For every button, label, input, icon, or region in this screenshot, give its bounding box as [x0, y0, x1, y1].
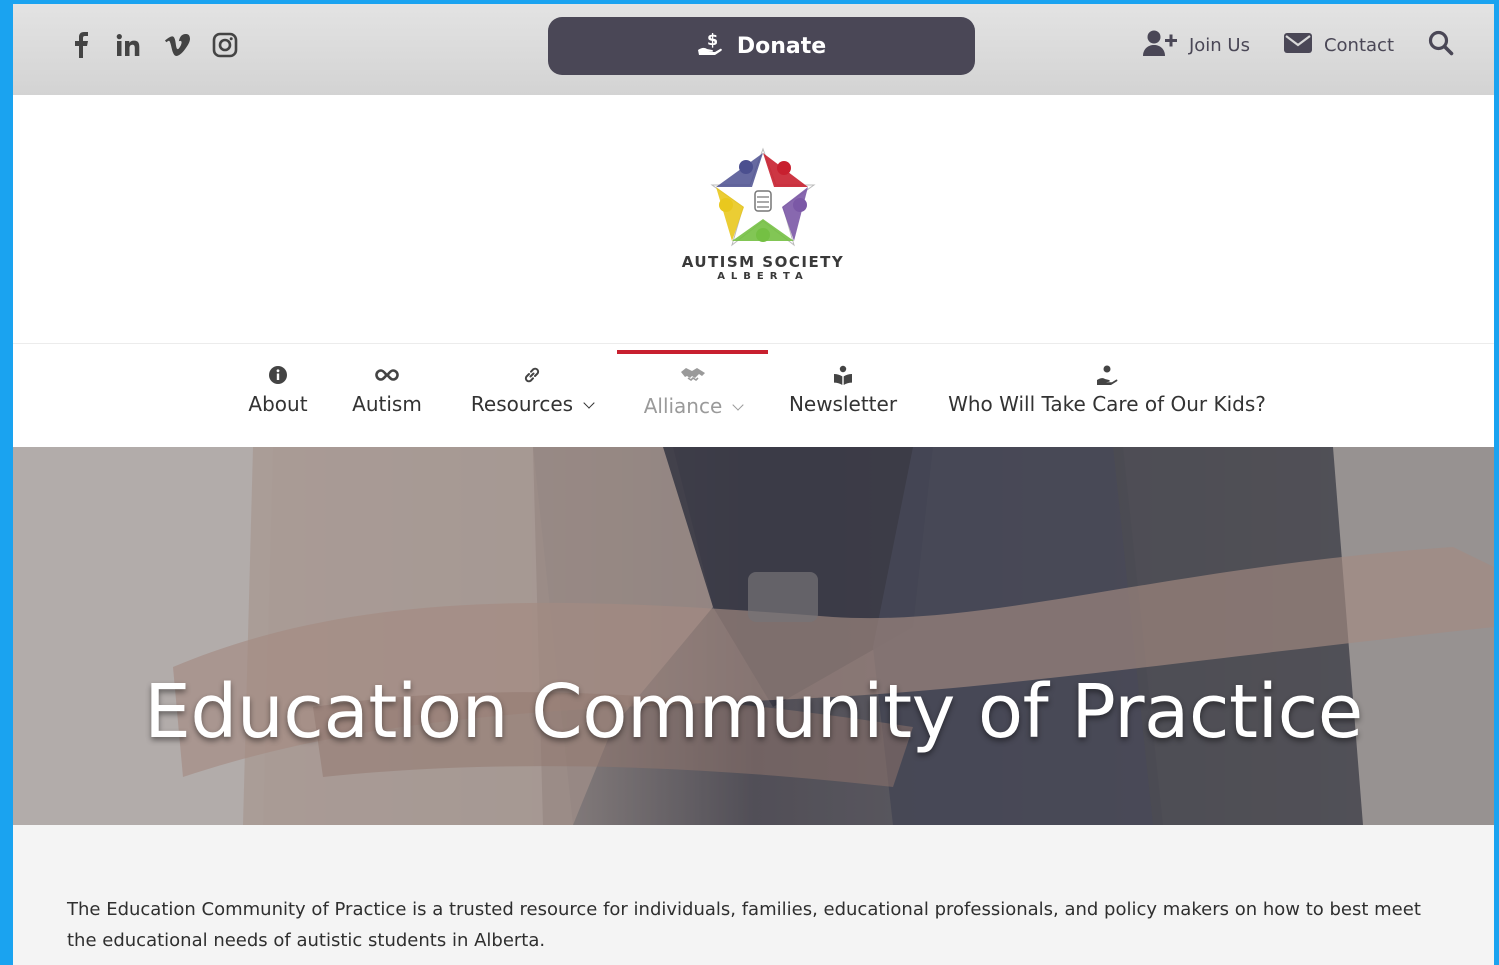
contact-link[interactable]: Contact: [1283, 33, 1394, 58]
nav-item-newsletter[interactable]: Newsletter: [785, 344, 901, 448]
facebook-icon[interactable]: [68, 30, 94, 60]
nav-label-autism: Autism: [352, 392, 422, 416]
social-links: [68, 30, 238, 60]
infinity-icon: [375, 369, 399, 381]
nav-item-who-will-take-care[interactable]: Who Will Take Care of Our Kids?: [937, 344, 1277, 448]
nav-label-alliance: Alliance: [643, 394, 723, 418]
info-icon: [269, 366, 287, 384]
nav-item-resources[interactable]: Resources: [463, 344, 601, 448]
main-navigation: About Autism Resources Alliance Newslett…: [13, 343, 1494, 448]
star-people-logo-icon: [710, 147, 816, 247]
reader-icon: [834, 365, 852, 385]
hero-banner: Education Community of Practice: [13, 447, 1494, 825]
linkedin-icon[interactable]: [116, 30, 142, 60]
user-plus-icon: [1142, 30, 1177, 61]
instagram-icon[interactable]: [212, 30, 238, 60]
top-bar: $ Donate Join Us Contact: [13, 4, 1494, 95]
donate-hand-icon: $: [697, 30, 723, 62]
nav-item-alliance[interactable]: Alliance: [633, 344, 753, 448]
chevron-down-icon: [583, 397, 595, 409]
nav-label-newsletter: Newsletter: [788, 392, 898, 416]
join-us-label: Join Us: [1188, 35, 1250, 56]
page-title: Education Community of Practice: [144, 669, 1363, 755]
contact-label: Contact: [1323, 35, 1394, 56]
nav-item-about[interactable]: About: [238, 344, 318, 448]
logo-line-2: ALBERTA: [717, 271, 809, 282]
chevron-down-icon: [732, 399, 744, 411]
browser-viewport: $ Donate Join Us Contact AUTISM SOCIETY …: [13, 4, 1494, 965]
nav-label-resources: Resources: [470, 392, 574, 416]
logo-line-1: AUTISM SOCIETY: [681, 253, 845, 271]
hero-background-image: [13, 447, 1494, 825]
svg-text:$: $: [707, 30, 718, 49]
vimeo-icon[interactable]: [164, 30, 190, 60]
donate-label: Donate: [736, 33, 827, 59]
hand-holding-heart-icon: [1097, 365, 1118, 385]
utility-links: Join Us Contact: [1142, 30, 1454, 61]
handshake-icon: [681, 368, 705, 382]
nav-item-autism[interactable]: Autism: [343, 344, 431, 448]
link-icon: [524, 367, 540, 383]
nav-label-about: About: [248, 392, 308, 416]
search-icon[interactable]: [1428, 30, 1454, 61]
join-us-link[interactable]: Join Us: [1142, 30, 1250, 61]
site-logo[interactable]: AUTISM SOCIETY ALBERTA: [681, 147, 845, 282]
nav-label-who-will-take-care: Who Will Take Care of Our Kids?: [948, 392, 1266, 416]
header-logo-area: AUTISM SOCIETY ALBERTA: [13, 95, 1494, 343]
intro-paragraph: The Education Community of Practice is a…: [67, 899, 1421, 951]
donate-button[interactable]: $ Donate: [548, 17, 975, 75]
envelope-icon: [1283, 33, 1312, 58]
